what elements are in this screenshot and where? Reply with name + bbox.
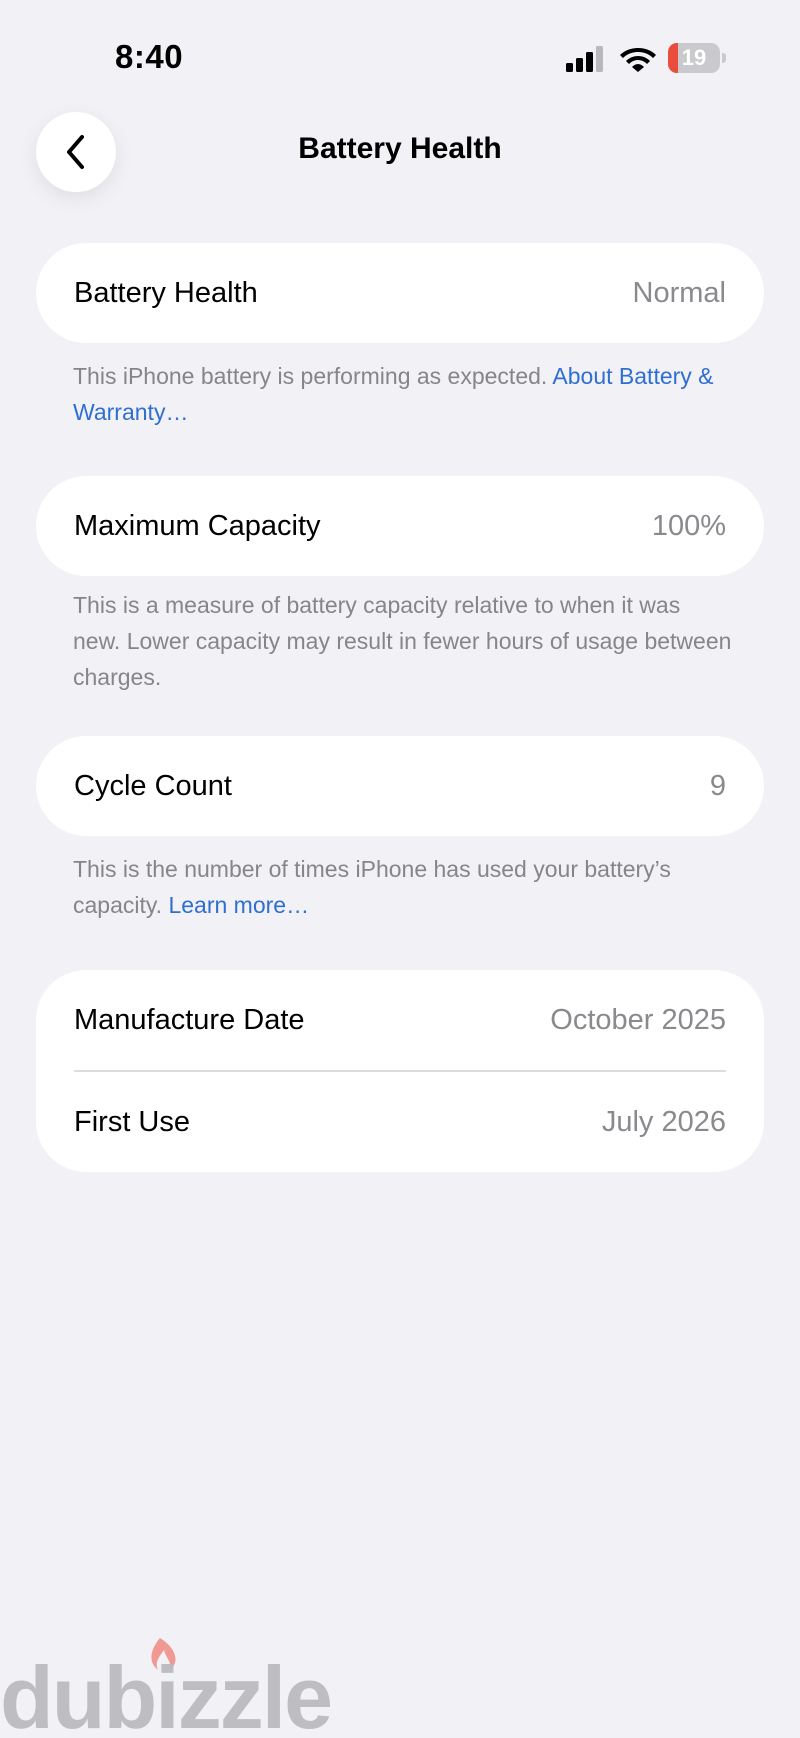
wifi-icon bbox=[620, 48, 656, 72]
battery-health-note-text: This iPhone battery is performing as exp… bbox=[73, 363, 548, 389]
cycle-count-row: Cycle Count 9 bbox=[36, 736, 764, 836]
battery-level: 19 bbox=[681, 45, 707, 70]
svg-text:dubizzle: dubizzle bbox=[0, 1648, 330, 1738]
cycle-count-card: Cycle Count 9 bbox=[36, 736, 764, 836]
cellular-signal-icon bbox=[566, 46, 603, 72]
chevron-left-icon bbox=[67, 135, 84, 169]
maximum-capacity-card: Maximum Capacity 100% bbox=[36, 476, 764, 576]
maximum-capacity-note-text: This is a measure of battery capacity re… bbox=[73, 592, 732, 690]
maximum-capacity-label: Maximum Capacity bbox=[74, 509, 321, 542]
battery-health-label: Battery Health bbox=[74, 276, 258, 309]
dubizzle-watermark-logo: dubizzle bbox=[0, 1638, 330, 1738]
cycle-count-label: Cycle Count bbox=[74, 769, 232, 802]
maximum-capacity-value: 100% bbox=[651, 509, 726, 542]
first-use-label: First Use bbox=[74, 1105, 190, 1138]
learn-more-link[interactable]: Learn more… bbox=[168, 892, 309, 918]
battery-icon: 19 bbox=[668, 43, 726, 73]
battery-body: 19 bbox=[668, 43, 720, 73]
manufacture-date-label: Manufacture Date bbox=[74, 1003, 305, 1036]
back-button[interactable] bbox=[36, 112, 116, 192]
battery-cap bbox=[722, 53, 726, 63]
page-title: Battery Health bbox=[298, 132, 502, 165]
cycle-count-value: 9 bbox=[709, 769, 726, 802]
manufacture-date-value: October 2025 bbox=[550, 1003, 726, 1036]
manufacture-date-row: Manufacture Date October 2025 bbox=[36, 970, 764, 1070]
battery-health-row: Battery Health Normal bbox=[36, 243, 764, 343]
dates-card: Manufacture Date October 2025 First Use … bbox=[36, 970, 764, 1172]
status-bar: 8:40 19 bbox=[0, 0, 800, 110]
status-time: 8:40 bbox=[115, 38, 184, 75]
maximum-capacity-note: This is a measure of battery capacity re… bbox=[73, 587, 733, 695]
battery-health-note: This iPhone battery is performing as exp… bbox=[73, 358, 733, 430]
first-use-value: July 2026 bbox=[601, 1105, 726, 1138]
battery-health-value: Normal bbox=[632, 276, 726, 309]
cycle-count-note: This is the number of times iPhone has u… bbox=[73, 851, 733, 923]
battery-health-card: Battery Health Normal bbox=[36, 243, 764, 343]
maximum-capacity-row: Maximum Capacity 100% bbox=[36, 476, 764, 576]
cycle-count-note-text: This is the number of times iPhone has u… bbox=[73, 856, 671, 918]
first-use-row: First Use July 2026 bbox=[36, 1072, 764, 1172]
